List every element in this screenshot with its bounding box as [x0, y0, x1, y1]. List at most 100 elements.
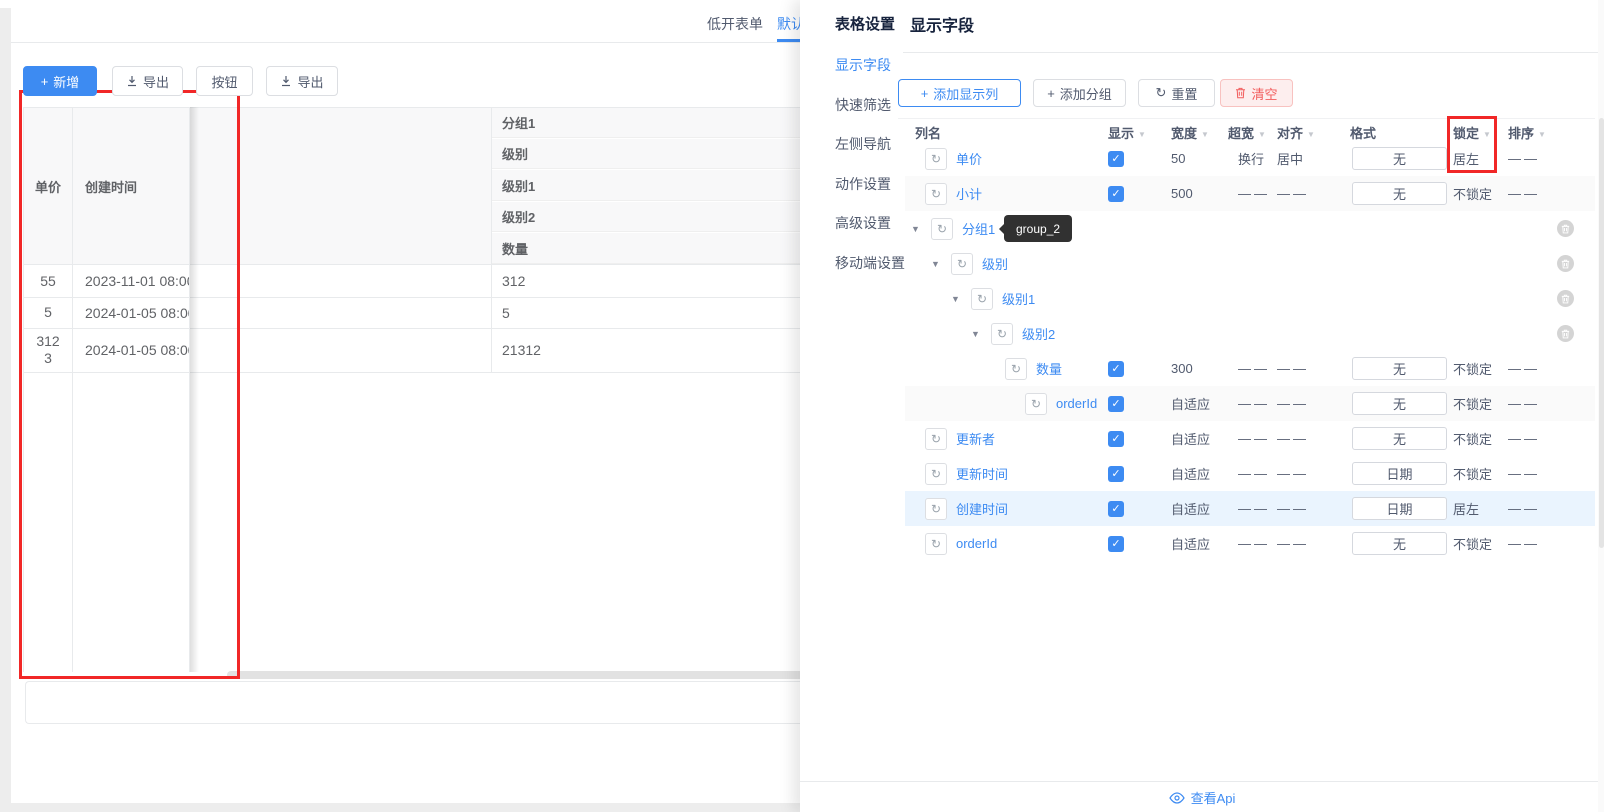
- align-value: ——: [1277, 501, 1309, 516]
- sort-value: ——: [1508, 186, 1540, 201]
- cell-qty: 21312: [502, 342, 541, 358]
- add-group-button[interactable]: + 添加分组: [1033, 79, 1126, 107]
- width-value: 自适应: [1171, 397, 1211, 412]
- format-select[interactable]: 无: [1352, 532, 1447, 555]
- sidebar-item-5[interactable]: 高级设置: [835, 213, 891, 233]
- show-checkbox[interactable]: ✓: [1108, 501, 1124, 517]
- column-name[interactable]: 更新时间: [956, 464, 1008, 483]
- column-name[interactable]: orderId: [956, 536, 997, 551]
- export-button-2[interactable]: 导出: [266, 66, 338, 96]
- collapse-arrow-icon[interactable]: ▼: [951, 294, 960, 304]
- sidebar-item-2[interactable]: 快速筛选: [835, 95, 891, 115]
- format-select[interactable]: 无: [1352, 182, 1447, 205]
- reset-button[interactable]: ↻ 重置: [1138, 79, 1215, 107]
- drag-handle-icon[interactable]: ↻: [925, 498, 947, 520]
- drag-handle-icon[interactable]: ↻: [925, 148, 947, 170]
- column-name-link[interactable]: 级别2: [1022, 316, 1055, 351]
- show-checkbox[interactable]: ✓: [1108, 361, 1124, 377]
- delete-group-icon[interactable]: [1557, 325, 1574, 342]
- settings-col-header-4[interactable]: 超宽 ▼: [1228, 123, 1266, 142]
- column-name-link[interactable]: 单价: [956, 141, 982, 176]
- group-header-3: 级别1: [492, 170, 800, 201]
- delete-group-icon[interactable]: [1557, 255, 1574, 272]
- format-select[interactable]: 日期: [1352, 462, 1447, 485]
- caret-down-icon[interactable]: ▼: [1201, 130, 1209, 139]
- collapse-arrow-icon[interactable]: ▼: [911, 224, 920, 234]
- drag-handle-icon[interactable]: ↻: [931, 218, 953, 240]
- column-name[interactable]: 级别: [982, 254, 1008, 273]
- column-name[interactable]: 数量: [1036, 359, 1062, 378]
- format-select[interactable]: 日期: [1352, 497, 1447, 520]
- sidebar-item-1[interactable]: 显示字段: [835, 55, 891, 75]
- column-name-link[interactable]: 分组1: [962, 211, 995, 246]
- caret-down-icon[interactable]: ▼: [1483, 130, 1491, 139]
- settings-col-header-7[interactable]: 锁定 ▼: [1453, 123, 1491, 142]
- column-name-link[interactable]: 创建时间: [956, 491, 1008, 526]
- caret-down-icon[interactable]: ▼: [1258, 130, 1266, 139]
- collapse-arrow-icon[interactable]: ▼: [931, 259, 940, 269]
- show-checkbox[interactable]: ✓: [1108, 431, 1124, 447]
- generic-button[interactable]: 按钮: [196, 66, 253, 96]
- format-select[interactable]: 无: [1352, 357, 1447, 380]
- sidebar-item-4[interactable]: 动作设置: [835, 174, 891, 194]
- column-name[interactable]: 级别1: [1002, 289, 1035, 308]
- column-name-link[interactable]: 数量: [1036, 351, 1062, 386]
- column-name[interactable]: 更新者: [956, 429, 995, 448]
- column-name[interactable]: 单价: [956, 149, 982, 168]
- delete-group-icon[interactable]: [1557, 290, 1574, 307]
- drawer-scrollbar-thumb[interactable]: [1599, 118, 1604, 548]
- tab-default[interactable]: 默认: [777, 14, 800, 34]
- format-select[interactable]: 无: [1352, 392, 1447, 415]
- column-name-link[interactable]: 级别1: [1002, 281, 1035, 316]
- show-checkbox[interactable]: ✓: [1108, 396, 1124, 412]
- drag-handle-icon[interactable]: ↻: [1025, 393, 1047, 415]
- drag-handle-icon[interactable]: ↻: [925, 463, 947, 485]
- settings-col-header-2[interactable]: 显示 ▼: [1108, 123, 1146, 142]
- drag-handle-icon[interactable]: ↻: [925, 428, 947, 450]
- drag-handle-icon[interactable]: ↻: [925, 183, 947, 205]
- show-checkbox[interactable]: ✓: [1108, 536, 1124, 552]
- show-checkbox[interactable]: ✓: [1108, 151, 1124, 167]
- tab-lowopen-form[interactable]: 低开表单: [707, 14, 763, 34]
- column-name[interactable]: 创建时间: [956, 499, 1008, 518]
- sort-value: ——: [1508, 151, 1540, 166]
- settings-col-header-3[interactable]: 宽度 ▼: [1171, 123, 1209, 142]
- settings-col-header-8[interactable]: 排序 ▼: [1508, 123, 1546, 142]
- view-api-link[interactable]: 查看Api: [800, 781, 1604, 812]
- add-display-column-button[interactable]: + 添加显示列: [898, 79, 1021, 107]
- settings-row-级别2: ▼ ↻ 级别2: [905, 316, 1595, 351]
- column-name-link[interactable]: 级别: [982, 246, 1008, 281]
- show-checkbox[interactable]: ✓: [1108, 466, 1124, 482]
- caret-down-icon[interactable]: ▼: [1307, 130, 1315, 139]
- format-select[interactable]: 无: [1352, 147, 1447, 170]
- caret-down-icon[interactable]: ▼: [1538, 130, 1546, 139]
- sidebar-item-6[interactable]: 移动端设置: [835, 253, 905, 273]
- clear-button[interactable]: 清空: [1220, 79, 1293, 107]
- drag-handle-icon[interactable]: ↻: [951, 253, 973, 275]
- drag-handle-icon[interactable]: ↻: [971, 288, 993, 310]
- caret-down-icon[interactable]: ▼: [1138, 130, 1146, 139]
- column-name-link[interactable]: orderId: [956, 526, 997, 561]
- sidebar-item-3[interactable]: 左侧导航: [835, 134, 891, 154]
- column-name[interactable]: 分组1: [962, 219, 995, 238]
- settings-col-header-5[interactable]: 对齐 ▼: [1277, 123, 1315, 142]
- column-name-link[interactable]: 更新时间: [956, 456, 1008, 491]
- drag-handle-icon[interactable]: ↻: [925, 533, 947, 555]
- column-name[interactable]: 小计: [956, 184, 982, 203]
- drag-handle-icon[interactable]: ↻: [991, 323, 1013, 345]
- delete-group-icon[interactable]: [1557, 220, 1574, 237]
- column-name-link[interactable]: orderId: [1056, 386, 1097, 421]
- format-select[interactable]: 无: [1352, 427, 1447, 450]
- collapse-arrow-icon[interactable]: ▼: [971, 329, 980, 339]
- add-button[interactable]: + 新增: [23, 66, 97, 96]
- horizontal-scrollbar[interactable]: [227, 671, 800, 679]
- column-name-link[interactable]: 小计: [956, 176, 982, 211]
- active-tab-underline: [777, 39, 800, 42]
- show-checkbox[interactable]: ✓: [1108, 186, 1124, 202]
- column-name[interactable]: 级别2: [1022, 324, 1055, 343]
- drag-handle-icon[interactable]: ↻: [1005, 358, 1027, 380]
- width-value: 300: [1171, 361, 1193, 376]
- column-name[interactable]: orderId: [1056, 396, 1097, 411]
- column-name-link[interactable]: 更新者: [956, 421, 995, 456]
- export-button-1[interactable]: 导出: [112, 66, 183, 96]
